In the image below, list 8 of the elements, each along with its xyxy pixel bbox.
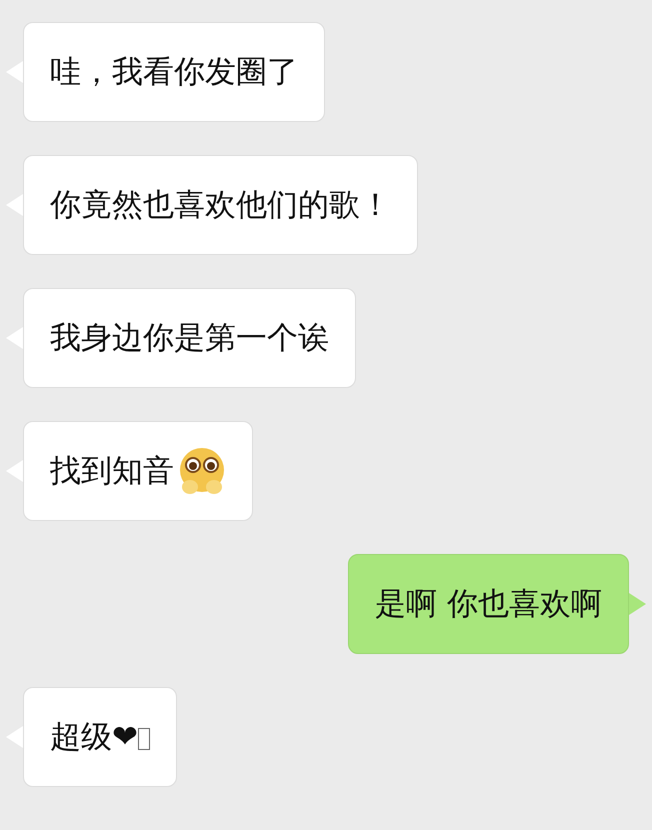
message-text: 是啊 你也喜欢啊: [375, 585, 602, 624]
message-text: 找到知音: [50, 452, 174, 491]
emoji-icon: [178, 446, 226, 496]
message-text: 哇，我看你发圈了: [50, 53, 298, 92]
missing-glyph-icon: [138, 728, 150, 750]
message-text: 超级❤: [50, 718, 138, 757]
message-text: 我身边你是第一个诶: [50, 319, 329, 358]
message-text: 你竟然也喜欢他们的歌！: [50, 186, 391, 225]
